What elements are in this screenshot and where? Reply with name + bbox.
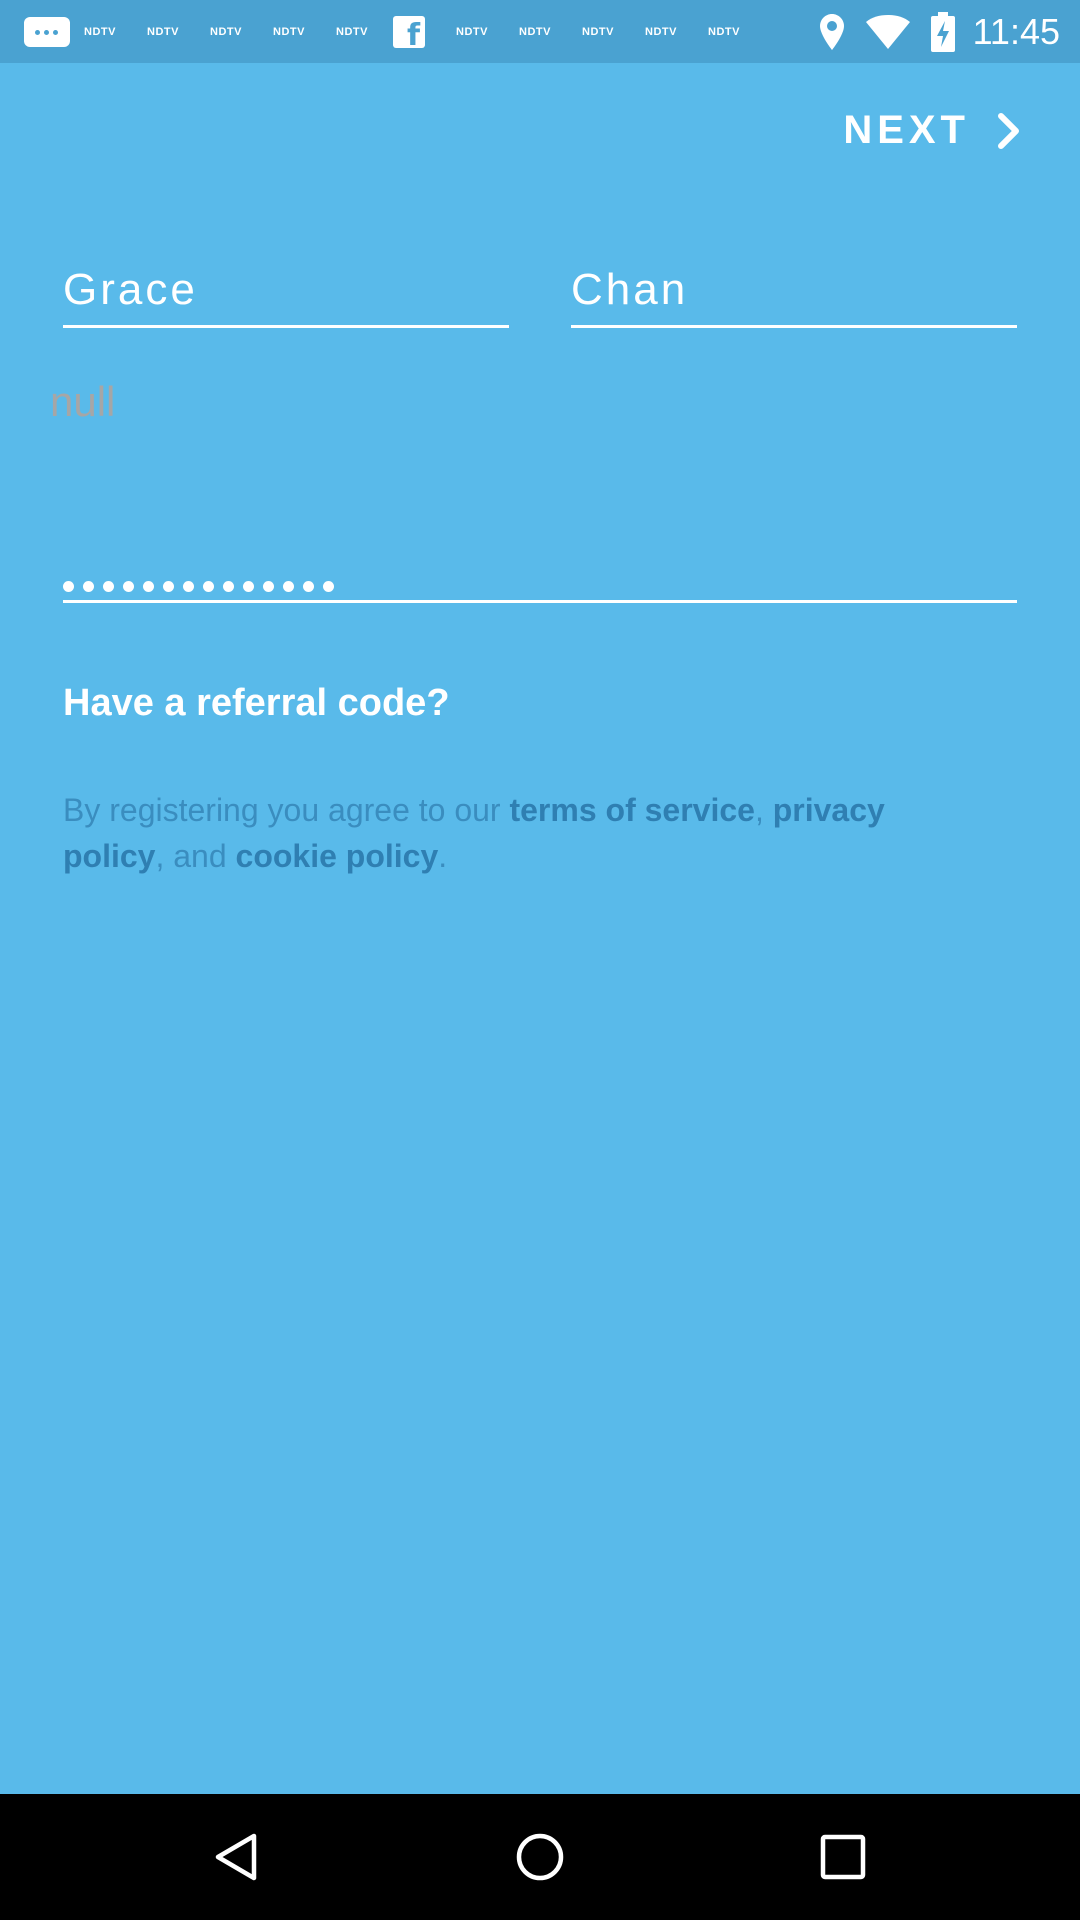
wifi-icon bbox=[865, 14, 910, 49]
home-icon bbox=[516, 1833, 564, 1881]
ndtv-notification-icon: NDTV bbox=[210, 25, 242, 38]
first-name-field[interactable]: Grace bbox=[63, 262, 509, 328]
password-dot bbox=[323, 581, 334, 592]
battery-icon bbox=[930, 11, 955, 52]
ndtv-notification-icon: NDTV bbox=[273, 25, 305, 38]
messages-icon bbox=[24, 16, 70, 47]
facebook-icon: f bbox=[393, 15, 425, 53]
last-name-field[interactable]: Chan bbox=[571, 262, 1017, 328]
location-icon bbox=[819, 13, 844, 50]
terms-separator: , and bbox=[155, 838, 236, 874]
facebook-glyph: f bbox=[406, 17, 420, 53]
password-dot bbox=[243, 581, 254, 592]
terms-notice: By registering you agree to our terms of… bbox=[63, 787, 993, 879]
ndtv-notification-icon: NDTV bbox=[147, 25, 179, 38]
email-field[interactable]: null bbox=[50, 378, 115, 426]
ndtv-notification-icon: NDTV bbox=[456, 25, 488, 38]
recents-button[interactable] bbox=[783, 1794, 903, 1920]
password-dot bbox=[103, 581, 114, 592]
terms-prefix: By registering you agree to our bbox=[63, 792, 510, 828]
ndtv-notification-icon: NDTV bbox=[708, 25, 740, 38]
clock: 11:45 bbox=[972, 10, 1060, 52]
password-dot bbox=[163, 581, 174, 592]
ndtv-notification-icon: NDTV bbox=[336, 25, 368, 38]
password-dot bbox=[263, 581, 274, 592]
password-dot bbox=[183, 581, 194, 592]
password-field[interactable] bbox=[63, 540, 1017, 603]
password-dot bbox=[143, 581, 154, 592]
ndtv-notification-icon: NDTV bbox=[582, 25, 614, 38]
recents-icon bbox=[820, 1834, 866, 1880]
ndtv-notification-icon: NDTV bbox=[519, 25, 551, 38]
navigation-bar bbox=[0, 1794, 1080, 1920]
registration-screen: NDTV NDTV NDTV NDTV NDTV f NDTV NDTV NDT… bbox=[0, 0, 1080, 1920]
notification-area: NDTV NDTV NDTV NDTV NDTV f NDTV NDTV NDT… bbox=[24, 0, 771, 63]
password-dot bbox=[123, 581, 134, 592]
password-dot bbox=[303, 581, 314, 592]
next-button-label: NEXT bbox=[843, 108, 970, 152]
ndtv-notification-icon: NDTV bbox=[84, 25, 116, 38]
status-bar: NDTV NDTV NDTV NDTV NDTV f NDTV NDTV NDT… bbox=[0, 0, 1080, 63]
terms-separator: , bbox=[754, 792, 773, 828]
password-dots bbox=[63, 581, 343, 592]
referral-code-link[interactable]: Have a referral code? bbox=[63, 682, 450, 725]
first-name-value: Grace bbox=[63, 265, 198, 314]
password-dot bbox=[63, 581, 74, 592]
terms-of-service-link[interactable]: terms of service bbox=[509, 792, 754, 828]
ndtv-notification-icon: NDTV bbox=[645, 25, 677, 38]
last-name-value: Chan bbox=[571, 265, 689, 314]
home-button[interactable] bbox=[480, 1794, 600, 1920]
back-icon bbox=[215, 1833, 257, 1881]
system-icons: 11:45 bbox=[819, 0, 1060, 63]
cookie-policy-link[interactable]: cookie policy bbox=[236, 838, 439, 874]
back-button[interactable] bbox=[177, 1794, 297, 1920]
password-dot bbox=[223, 581, 234, 592]
chevron-right-icon bbox=[998, 112, 1019, 149]
terms-suffix: . bbox=[438, 838, 448, 874]
password-dot bbox=[83, 581, 94, 592]
password-dot bbox=[203, 581, 214, 592]
next-button[interactable]: NEXT bbox=[843, 108, 1022, 153]
password-dot bbox=[283, 581, 294, 592]
